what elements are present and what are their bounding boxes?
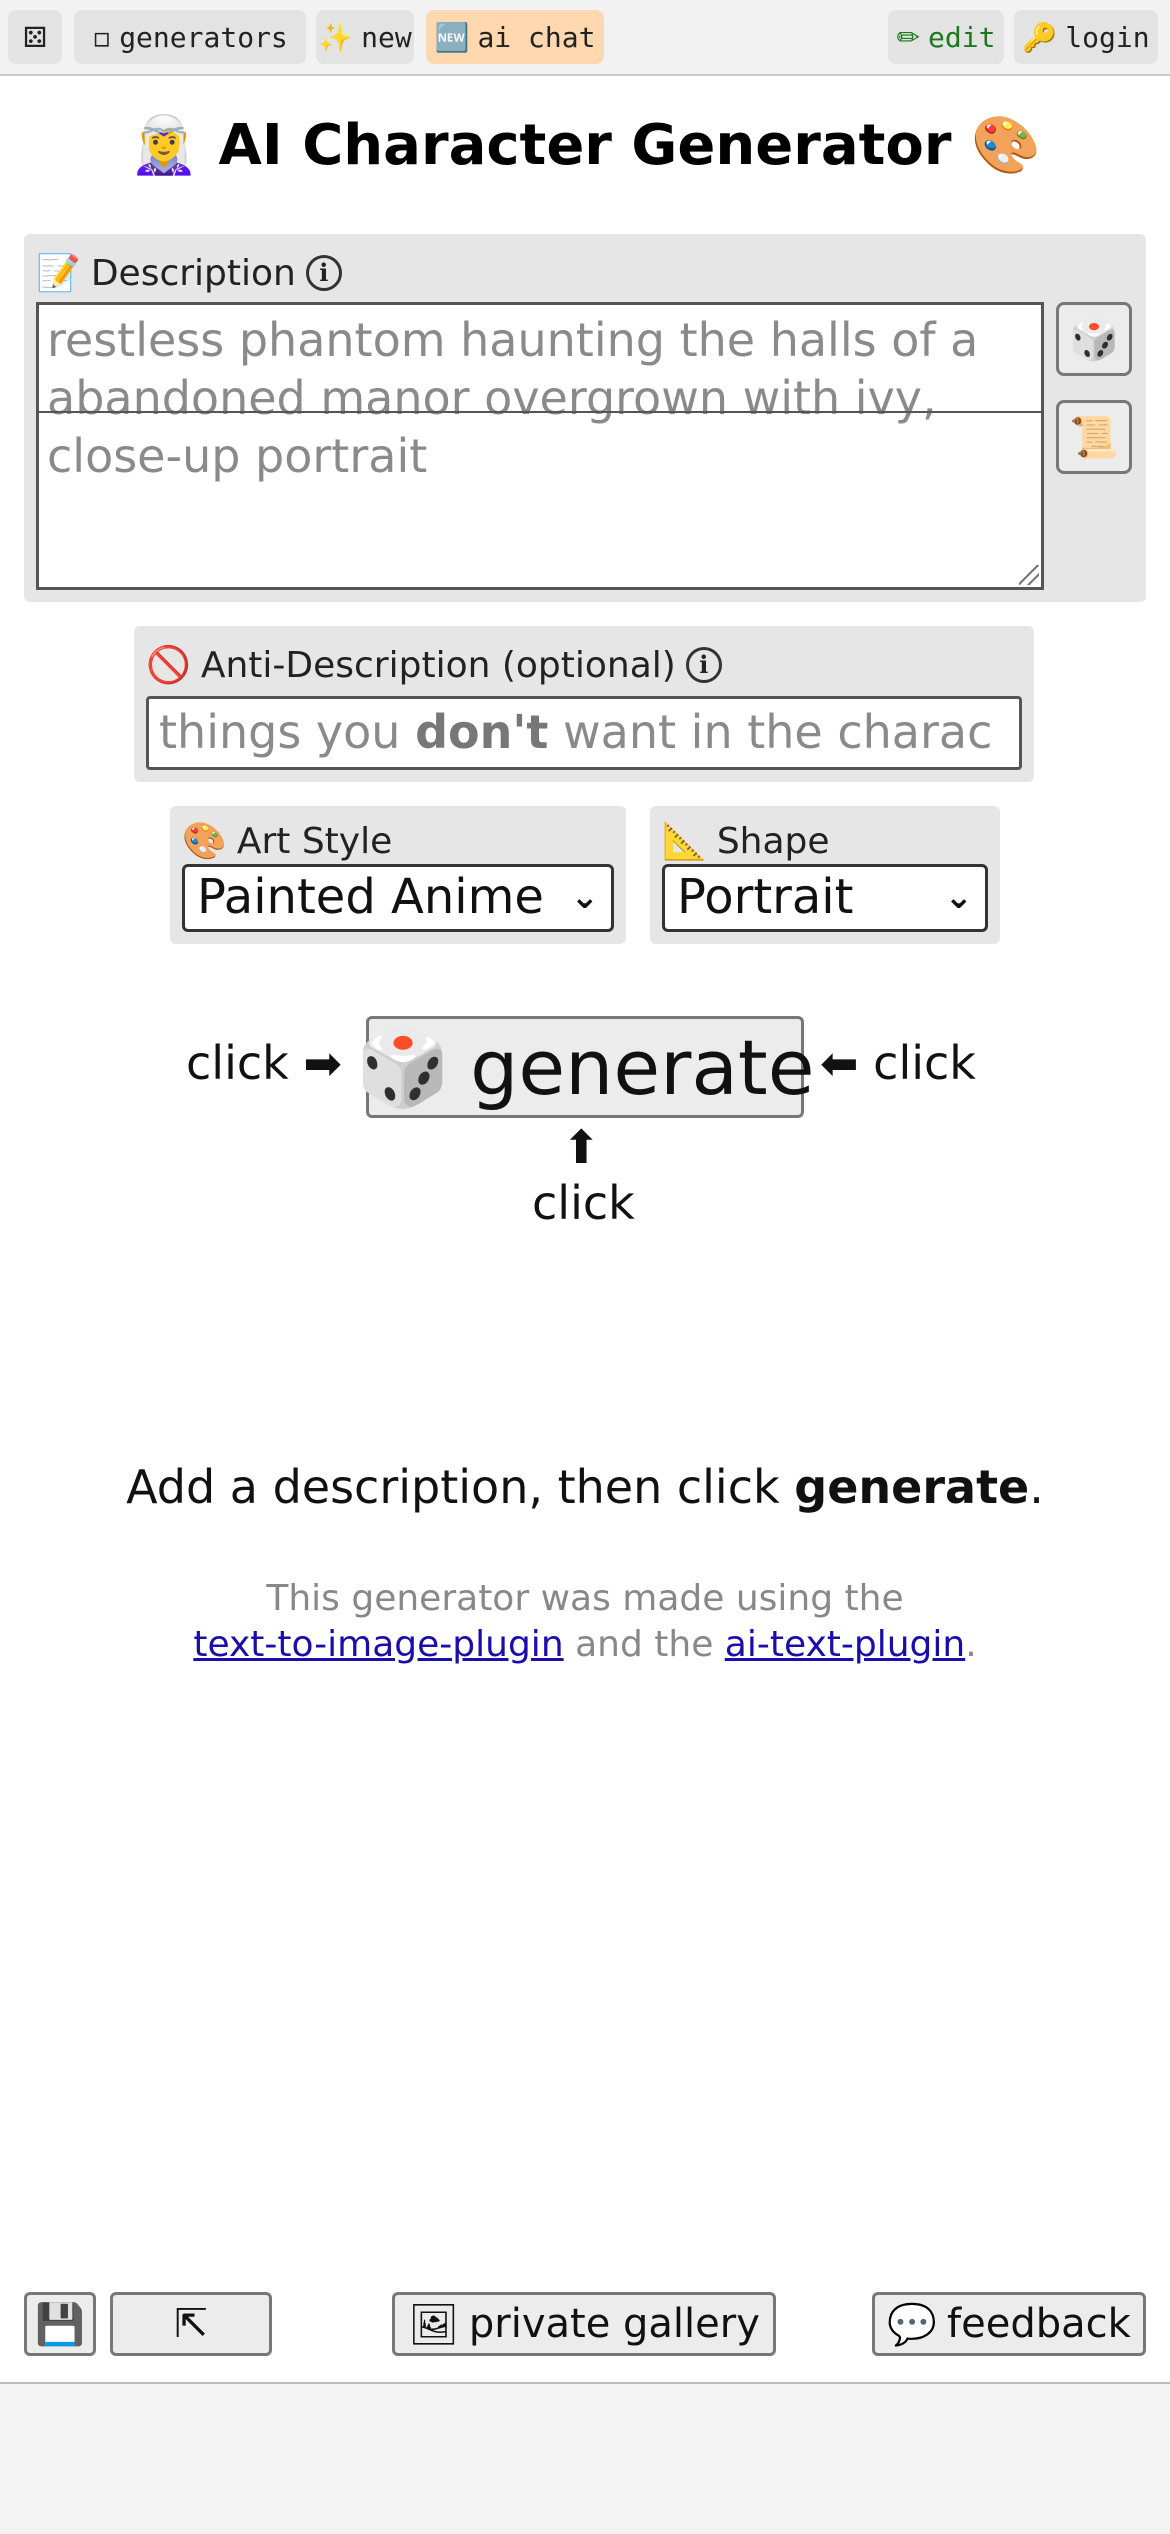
private-gallery-button[interactable]: 🖼 private gallery <box>392 2292 776 2356</box>
text-to-image-plugin-link[interactable]: text-to-image-plugin <box>193 1624 563 1665</box>
art-style-selected: Painted Anime <box>197 869 544 925</box>
new-badge-icon: 🆕 <box>434 20 470 54</box>
floppy-icon: 💾 <box>35 2301 85 2348</box>
made-with-note: This generator was made using the text-t… <box>0 1576 1170 1668</box>
private-gallery-label: private gallery <box>468 2301 760 2347</box>
pencil-icon: ✏ <box>896 20 921 54</box>
art-style-select[interactable]: Painted Anime ⌄ <box>182 864 614 932</box>
edit-label: edit <box>928 20 996 54</box>
resize-handle-icon[interactable] <box>1019 565 1039 585</box>
sparkle-icon: ✨ <box>318 20 354 54</box>
picture-icon: 🖼 <box>408 2301 459 2348</box>
generators-button[interactable]: ▫ generators <box>74 10 306 64</box>
ai-chat-button[interactable]: 🆕 ai chat <box>426 10 604 64</box>
up-arrow-icon: ⬆ <box>562 1120 601 1174</box>
note-end: . <box>965 1624 977 1665</box>
generators-label: generators <box>119 20 288 54</box>
shape-label: Shape <box>716 820 830 862</box>
click-hint-left: click ➡ <box>186 1036 342 1090</box>
feedback-button[interactable]: 💬 feedback <box>872 2292 1146 2356</box>
ai-text-plugin-link[interactable]: ai-text-plugin <box>725 1624 965 1665</box>
shape-label-row: 📐 Shape <box>662 820 830 863</box>
ai-chat-label: ai chat <box>477 20 596 54</box>
speech-bubble-icon: 💬 <box>887 2301 938 2348</box>
note-line-2: text-to-image-plugin and the ai-text-plu… <box>0 1622 1170 1668</box>
memo-icon: 📝 <box>36 253 81 294</box>
placeholder-line-1: restless phantom haunting the halls of a <box>47 313 979 367</box>
chevron-down-icon: ⌄ <box>944 877 974 917</box>
placeholder-pre: things you <box>159 705 416 759</box>
art-style-label-row: 🎨 Art Style <box>182 820 393 863</box>
placeholder-bold: don't <box>415 705 549 759</box>
info-icon[interactable]: i <box>685 647 722 683</box>
top-navigation-bar: ⚄ ▫ generators ✨ new 🆕 ai chat ✏ edit 🔑 … <box>0 0 1170 76</box>
message-bold: generate <box>794 1460 1030 1514</box>
info-icon[interactable]: i <box>305 255 342 291</box>
history-button[interactable]: 📜 <box>1056 400 1132 474</box>
description-label: Description <box>90 252 296 294</box>
edit-button[interactable]: ✏ edit <box>888 10 1004 64</box>
textarea-divider <box>39 411 1041 413</box>
shape-selected: Portrait <box>677 869 854 925</box>
dice-icon: ⚄ <box>22 20 48 54</box>
generate-button[interactable]: 🎲 generate <box>356 1016 814 1118</box>
shuffle-description-button[interactable]: 🎲 <box>1056 302 1132 376</box>
shape-panel: 📐 Shape Portrait ⌄ <box>650 806 1000 944</box>
description-label-row: 📝 Description i <box>36 252 342 294</box>
click-hint-right: ⬅ click <box>820 1036 976 1090</box>
bottom-comments-area <box>0 2382 1170 2534</box>
save-button[interactable]: 💾 <box>24 2292 96 2356</box>
dice-icon: 🎲 <box>1069 316 1119 363</box>
anti-description-label-row: 🚫 Anti-Description (optional) i <box>146 644 722 686</box>
palette-icon: 🎨 <box>182 821 227 862</box>
anti-description-input[interactable]: things you don't want in the charac <box>146 696 1022 770</box>
placeholder-line-3: close-up portrait <box>47 429 428 483</box>
message-post: . <box>1029 1460 1044 1514</box>
expand-button[interactable]: ⇱ <box>110 2292 272 2356</box>
ruler-icon: 📐 <box>662 821 707 862</box>
arrow-up-left-icon: ⇱ <box>174 2301 208 2347</box>
new-button[interactable]: ✨ new <box>316 10 414 64</box>
art-style-label: Art Style <box>236 820 393 862</box>
description-panel: 📝 Description i restless phantom hauntin… <box>24 234 1146 602</box>
message-pre: Add a description, then click <box>126 1460 795 1514</box>
description-textarea[interactable]: restless phantom haunting the halls of a… <box>36 302 1044 590</box>
instruction-message: Add a description, then click generate. <box>0 1460 1170 1514</box>
shape-select[interactable]: Portrait ⌄ <box>662 864 988 932</box>
anti-description-panel: 🚫 Anti-Description (optional) i things y… <box>134 626 1034 782</box>
chevron-down-icon: ⌄ <box>570 877 600 917</box>
click-hint-bottom: click <box>532 1176 635 1230</box>
placeholder-post: want in the charac <box>548 705 993 759</box>
note-line-1: This generator was made using the <box>266 1578 904 1619</box>
page-title: 🧝‍♀️ AI Character Generator 🎨 <box>129 113 1041 178</box>
login-button[interactable]: 🔑 login <box>1014 10 1158 64</box>
note-mid: and the <box>563 1624 725 1665</box>
no-entry-icon: 🚫 <box>146 645 191 686</box>
new-label: new <box>361 20 412 54</box>
key-icon: 🔑 <box>1022 20 1058 54</box>
dice-icon: 🎲 <box>355 1022 451 1111</box>
scroll-icon: 📜 <box>1069 414 1119 461</box>
generate-label: generate <box>470 1022 815 1112</box>
square-icon: ▫ <box>92 20 112 54</box>
login-label: login <box>1065 20 1150 54</box>
random-generator-button[interactable]: ⚄ <box>8 10 62 64</box>
art-style-panel: 🎨 Art Style Painted Anime ⌄ <box>170 806 626 944</box>
feedback-label: feedback <box>947 2301 1131 2347</box>
anti-description-label: Anti-Description (optional) <box>200 644 676 686</box>
placeholder-line-2: abandoned manor overgrown with ivy, <box>47 371 937 425</box>
